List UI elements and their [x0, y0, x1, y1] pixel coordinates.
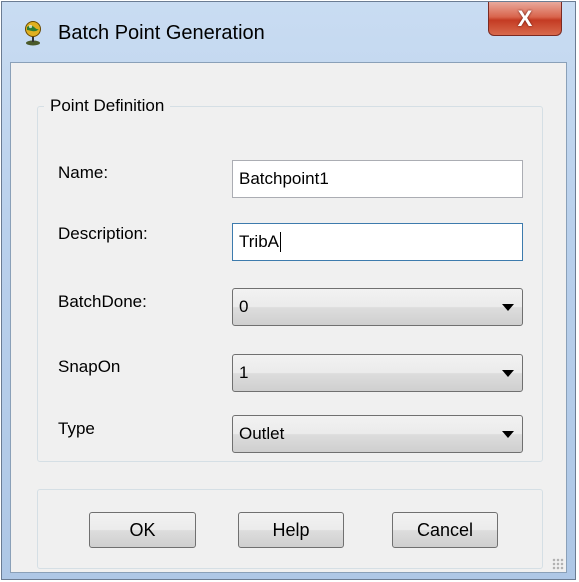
- batchdone-value: 0: [239, 297, 249, 316]
- window-title: Batch Point Generation: [58, 22, 265, 44]
- chevron-down-icon: [502, 304, 514, 311]
- globe-pin-icon: [22, 20, 44, 46]
- snapon-dropdown[interactable]: 1: [232, 354, 523, 392]
- name-field[interactable]: Batchpoint1: [232, 160, 523, 198]
- help-button[interactable]: Help: [238, 512, 344, 548]
- name-label: Name:: [58, 163, 109, 182]
- point-definition-group: Point Definition Name: Batchpoint1 Descr…: [37, 96, 543, 462]
- batchdone-label: BatchDone:: [58, 292, 147, 311]
- ok-button[interactable]: OK: [89, 512, 196, 548]
- type-label: Type: [58, 419, 95, 438]
- dialog-client-area: Point Definition Name: Batchpoint1 Descr…: [10, 62, 567, 573]
- type-value: Outlet: [239, 424, 285, 443]
- close-button[interactable]: X: [488, 2, 562, 36]
- button-panel: OK Help Cancel: [37, 489, 543, 569]
- description-field[interactable]: TribA: [232, 223, 523, 261]
- resize-grip[interactable]: [552, 558, 564, 570]
- description-value: TribA: [239, 232, 279, 251]
- snapon-label: SnapOn: [58, 357, 121, 376]
- close-icon: X: [517, 5, 533, 31]
- name-value: Batchpoint1: [239, 169, 329, 188]
- snapon-value: 1: [239, 363, 249, 382]
- title-bar[interactable]: Batch Point Generation X: [2, 2, 575, 62]
- group-legend: Point Definition: [44, 96, 171, 116]
- cancel-button[interactable]: Cancel: [392, 512, 498, 548]
- batchdone-dropdown[interactable]: 0: [232, 288, 523, 326]
- chevron-down-icon: [502, 431, 514, 438]
- dialog-window: Batch Point Generation X Point Definitio…: [1, 1, 576, 580]
- text-caret: [280, 232, 281, 252]
- type-dropdown[interactable]: Outlet: [232, 415, 523, 453]
- description-label: Description:: [58, 224, 148, 243]
- chevron-down-icon: [502, 370, 514, 377]
